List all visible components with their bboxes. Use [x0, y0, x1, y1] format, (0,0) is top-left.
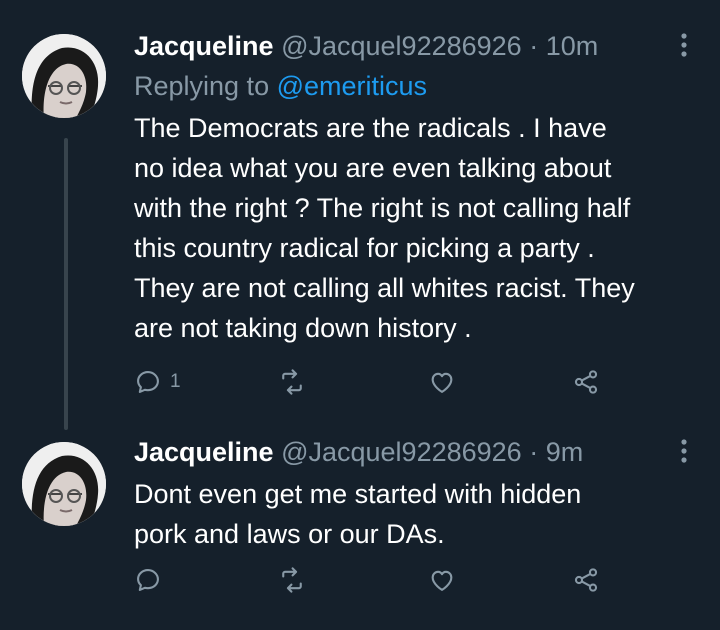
user-handle[interactable]: @Jacquel92286926	[281, 31, 522, 61]
reply-button[interactable]	[134, 562, 170, 598]
tweet-text-line: are not taking down history .	[134, 313, 472, 343]
tweet-actions: 1	[134, 364, 614, 400]
more-icon[interactable]	[672, 436, 696, 466]
avatar[interactable]	[22, 34, 106, 118]
tweet-text-line: The Democrats are the radicals . I have	[134, 113, 607, 143]
like-icon	[431, 372, 453, 393]
timestamp[interactable]: 10m	[546, 31, 599, 61]
timestamp[interactable]: 9m	[546, 437, 584, 467]
tweet-text-line: Dont even get me started with hidden	[134, 479, 582, 509]
tweet-actions	[134, 562, 614, 598]
tweet-text: Dont even get me started with hidden por…	[134, 474, 696, 554]
mention-link[interactable]: @emeriticus	[277, 71, 427, 101]
share-button[interactable]	[572, 364, 600, 400]
like-button[interactable]	[428, 562, 456, 598]
tweet-text: The Democrats are the radicals . I have …	[134, 108, 696, 348]
tweet-text-line: pork and laws or our DAs.	[134, 519, 445, 549]
tweet-text-line: no idea what you are even talking about	[134, 153, 612, 183]
retweet-icon	[282, 567, 302, 593]
share-button[interactable]	[572, 562, 600, 598]
share-icon	[574, 370, 598, 394]
tweet-text-line: with the right ? The right is not callin…	[134, 193, 631, 223]
tweet-text-line: this country radical for picking a party…	[134, 233, 595, 263]
reply-button[interactable]: 1	[134, 364, 181, 400]
tweet[interactable]: Jacqueline @Jacquel92286926 · 10m Replyi…	[0, 0, 720, 430]
avatar[interactable]	[22, 442, 106, 526]
reply-icon	[137, 569, 159, 591]
retweet-button[interactable]	[278, 364, 306, 400]
tweet-header: Jacqueline @Jacquel92286926 · 9m	[134, 432, 696, 472]
like-icon	[431, 570, 453, 591]
tweet-header: Jacqueline @Jacquel92286926 · 10m	[134, 26, 696, 66]
replying-to-label: Replying to	[134, 71, 277, 101]
reply-count: 1	[170, 371, 181, 392]
like-button[interactable]	[428, 364, 456, 400]
user-handle[interactable]: @Jacquel92286926	[281, 437, 522, 467]
display-name[interactable]: Jacqueline	[134, 31, 274, 61]
retweet-button[interactable]	[278, 562, 306, 598]
separator-dot: ·	[529, 31, 539, 61]
thread-line	[64, 138, 68, 430]
tweet-content: Jacqueline @Jacquel92286926 · 9m Dont ev…	[134, 432, 696, 554]
tweet-text-line: They are not calling all whites racist. …	[134, 273, 635, 303]
more-icon[interactable]	[672, 30, 696, 60]
tweet[interactable]: Jacqueline @Jacquel92286926 · 9m Dont ev…	[0, 430, 720, 630]
display-name[interactable]: Jacqueline	[134, 437, 274, 467]
retweet-icon	[282, 369, 302, 395]
tweet-content: Jacqueline @Jacquel92286926 · 10m Replyi…	[134, 26, 696, 348]
reply-icon	[137, 371, 159, 393]
separator-dot: ·	[529, 437, 539, 467]
replying-to: Replying to @emeriticus	[134, 66, 696, 106]
share-icon	[574, 568, 598, 592]
